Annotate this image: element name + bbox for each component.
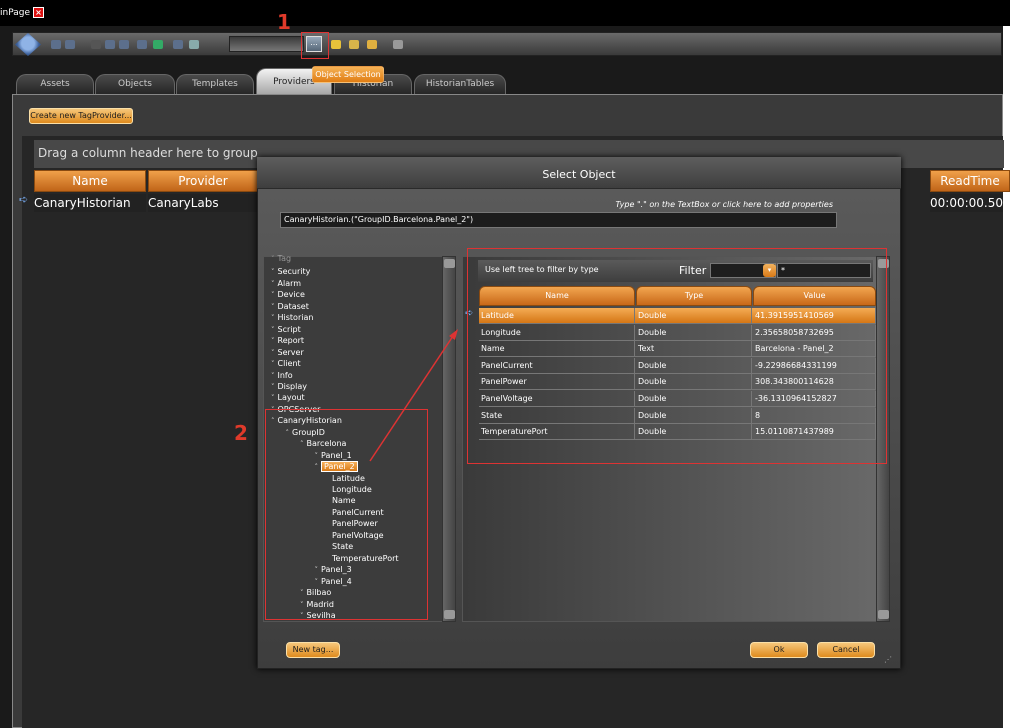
tree-item-label: Alarm xyxy=(277,279,302,288)
expander-icon[interactable]: ˅ xyxy=(271,326,275,334)
cell-name[interactable]: CanaryHistorian xyxy=(34,194,146,212)
resize-grip-icon[interactable]: ⋰ xyxy=(884,655,892,664)
paste-icon[interactable] xyxy=(119,40,129,49)
tree-item[interactable]: ˅ Historian xyxy=(271,313,313,323)
tree-item[interactable]: ˅ Script xyxy=(271,325,301,335)
cell-readtime[interactable]: 00:00:00.500 xyxy=(930,194,1010,212)
undo-icon[interactable] xyxy=(51,40,61,49)
find-icon[interactable] xyxy=(189,40,199,49)
tree-item[interactable]: ˅ Client xyxy=(271,359,301,369)
column-header-provider[interactable]: Provider xyxy=(148,170,258,192)
add-properties-hint[interactable]: Type "." on the TextBox or click here to… xyxy=(480,200,833,209)
scroll-down-icon[interactable] xyxy=(878,610,889,619)
row-indicator-icon: ➪ xyxy=(19,193,29,206)
tree-item[interactable]: ˅ Display xyxy=(271,382,307,392)
expander-icon[interactable]: ˅ xyxy=(271,372,275,380)
tree-item-label: Security xyxy=(277,267,311,276)
title-bar: inPage × xyxy=(0,0,1010,26)
cell-provider[interactable]: CanaryLabs xyxy=(148,194,258,212)
cancel-button[interactable]: Cancel xyxy=(817,642,875,658)
star-icon[interactable] xyxy=(349,40,359,49)
expander-icon[interactable]: ˅ xyxy=(271,349,275,357)
tree-item[interactable]: ˅ Report xyxy=(271,336,304,346)
tab-objects[interactable]: Objects xyxy=(95,74,175,94)
tab-historiantables[interactable]: HistorianTables xyxy=(414,74,506,94)
tab-templates[interactable]: Templates xyxy=(176,74,254,94)
toolbar-search-input[interactable] xyxy=(229,36,304,52)
new-tag-button[interactable]: New tag... xyxy=(286,642,340,658)
tree-item-label: Dataset xyxy=(277,302,309,311)
expander-icon[interactable]: ˅ xyxy=(271,394,275,402)
expander-icon[interactable]: ˅ xyxy=(271,314,275,322)
annotation-box-2 xyxy=(265,409,428,620)
copy-icon[interactable] xyxy=(105,40,115,49)
column-header-name[interactable]: Name xyxy=(34,170,146,192)
redo-icon[interactable] xyxy=(65,40,75,49)
cut-icon[interactable] xyxy=(91,40,101,49)
tree-item[interactable]: ˅ Layout xyxy=(271,393,305,403)
tree-item-label: Tag xyxy=(277,254,292,263)
tree-item-label: Report xyxy=(277,336,305,345)
tree-item[interactable]: ˅ Info xyxy=(271,371,293,381)
tree-item[interactable]: ˅ Device xyxy=(271,290,305,300)
scroll-down-icon[interactable] xyxy=(444,610,455,619)
expander-icon[interactable]: ˅ xyxy=(271,360,275,368)
app-logo-icon xyxy=(15,33,41,56)
expander-icon[interactable]: ˅ xyxy=(271,303,275,311)
tree-item-label: Display xyxy=(277,382,308,391)
tree-item-label: Historian xyxy=(277,313,314,322)
expander-icon[interactable]: ˅ xyxy=(271,280,275,288)
tree-item-label: Layout xyxy=(277,393,305,402)
tree-item[interactable]: ˅ Security xyxy=(271,267,310,277)
up-icon[interactable] xyxy=(153,40,163,49)
save-icon[interactable] xyxy=(393,40,403,49)
expander-icon[interactable]: ˅ xyxy=(271,383,275,391)
dialog-title: Select Object xyxy=(257,157,901,189)
object-selection-tooltip: Object Selection xyxy=(312,66,384,83)
expander-icon[interactable]: ˅ xyxy=(271,291,275,299)
annotation-box-1 xyxy=(301,32,329,59)
column-header-readtime[interactable]: ReadTime xyxy=(930,170,1010,192)
expander-icon[interactable]: ˅ xyxy=(271,255,275,263)
tree-item-label: Device xyxy=(277,290,305,299)
annotation-box-3 xyxy=(467,248,887,464)
expander-icon[interactable]: ˅ xyxy=(271,337,275,345)
tree-item-label: Server xyxy=(277,348,304,357)
tree-item-label: Client xyxy=(277,359,301,368)
print-icon[interactable] xyxy=(137,40,147,49)
tree-scrollbar[interactable] xyxy=(442,256,456,622)
tree-item[interactable]: ˅ Server xyxy=(271,348,304,358)
expander-icon[interactable]: ˅ xyxy=(271,268,275,276)
tree-item-label: Info xyxy=(277,371,293,380)
object-path-input[interactable]: CanaryHistorian.("GroupID.Barcelona.Pane… xyxy=(280,212,837,228)
toolbar: ... xyxy=(12,32,1002,56)
tab-assets[interactable]: Assets xyxy=(16,74,94,94)
window-title: inPage xyxy=(0,8,30,18)
ok-button[interactable]: Ok xyxy=(750,642,808,658)
close-icon[interactable]: × xyxy=(33,7,44,18)
wand-icon[interactable] xyxy=(331,40,341,49)
annotation-number-1: 1 xyxy=(277,10,291,34)
create-tagprovider-button[interactable]: Create new TagProvider... xyxy=(29,108,133,124)
tree-item[interactable]: ˅ Alarm xyxy=(271,279,301,289)
document-icon[interactable] xyxy=(173,40,183,49)
tree-item[interactable]: ˅ Dataset xyxy=(271,302,309,312)
tool-icon[interactable] xyxy=(367,40,377,49)
scroll-up-icon[interactable] xyxy=(444,259,455,268)
tree-item[interactable]: ˅ Tag xyxy=(271,254,291,264)
tree-item-label: Script xyxy=(277,325,301,334)
annotation-number-2: 2 xyxy=(234,421,248,445)
